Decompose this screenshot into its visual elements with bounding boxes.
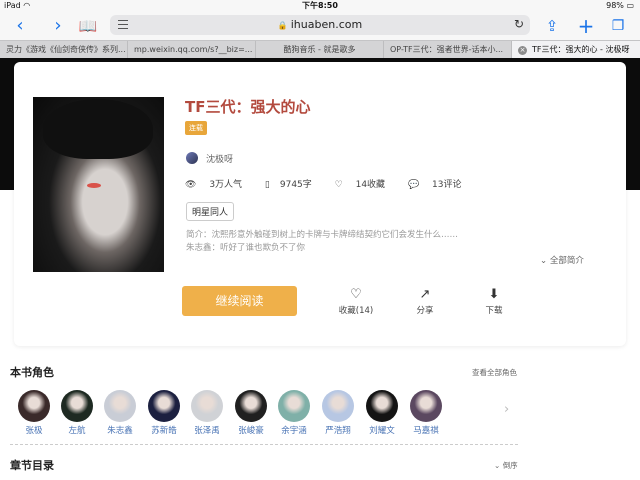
- address-bar[interactable]: 🔒 ihuaben.com ↻: [110, 15, 530, 35]
- character-item[interactable]: 马嘉祺: [406, 390, 446, 436]
- book-stats: 👁 3万人气 ▯ 9745字 ♡ 14收藏 💬 13评论: [185, 177, 481, 190]
- characters-section-title: 本书角色: [10, 366, 54, 379]
- chapters-section-title: 章节目录: [10, 459, 54, 472]
- divider: [10, 444, 518, 445]
- character-item[interactable]: 张极: [14, 390, 54, 436]
- comment-icon: 💬: [407, 180, 420, 190]
- avatar: [322, 390, 354, 422]
- character-item[interactable]: 朱志鑫: [100, 390, 140, 436]
- document-icon: ▯: [264, 180, 270, 190]
- avatar: [366, 390, 398, 422]
- avatar: [148, 390, 180, 422]
- avatar: [18, 390, 50, 422]
- character-item[interactable]: 张泽禹: [187, 390, 227, 436]
- download-button[interactable]: ⬇ 下载: [464, 286, 524, 316]
- chevron-right-icon[interactable]: ›: [504, 402, 509, 417]
- chevron-down-icon: ⌄: [540, 256, 548, 266]
- share-icon: ↗: [419, 287, 431, 302]
- avatar: [104, 390, 136, 422]
- genre-tag[interactable]: 明星同人: [186, 202, 235, 221]
- lock-icon: 🔒: [277, 21, 288, 30]
- tab-bar: 灵力《游戏《仙剑奇侠传》系列... mp.weixin.qq.com/s?__b…: [0, 40, 640, 58]
- book-cover[interactable]: [33, 97, 164, 272]
- avatar: [410, 390, 442, 422]
- forward-icon[interactable]: ›: [46, 14, 70, 38]
- back-icon[interactable]: ‹: [8, 14, 32, 38]
- new-tab-icon[interactable]: +: [574, 14, 598, 38]
- character-item[interactable]: 余宇涵: [274, 390, 314, 436]
- full-summary-toggle[interactable]: ⌄ 全部简介: [540, 254, 584, 266]
- continue-reading-button[interactable]: 继续阅读: [182, 286, 297, 316]
- word-count-stat: ▯ 9745字: [264, 180, 312, 190]
- close-tab-icon[interactable]: ×: [518, 46, 527, 55]
- avatar: [278, 390, 310, 422]
- comments-stat[interactable]: 💬 13评论: [408, 180, 472, 190]
- battery-icon: ▭: [626, 1, 634, 10]
- clock: 下午8:50: [302, 1, 338, 10]
- heart-icon: ♡: [334, 180, 343, 190]
- favorite-button[interactable]: ♡ 收藏(14): [326, 286, 386, 316]
- character-item[interactable]: 刘耀文: [362, 390, 402, 436]
- character-item[interactable]: 苏新皓: [144, 390, 184, 436]
- character-item[interactable]: 严浩翔: [318, 390, 358, 436]
- browser-toolbar: ‹ › 📖 🔒 ihuaben.com ↻ ⇪ + ❐: [0, 12, 640, 40]
- chevron-down-icon: ⌄: [494, 461, 501, 470]
- avatar: [191, 390, 223, 422]
- avatar: [61, 390, 93, 422]
- sort-toggle[interactable]: ⌄ 倒序: [494, 460, 518, 471]
- eye-icon: 👁: [185, 180, 197, 190]
- book-summary: 简介：沈熙彤意外触碰到树上的卡牌与卡牌缔结契约它们会发生什么…… 朱志鑫：听好了…: [186, 230, 459, 253]
- status-bar: iPad ◠ 下午8:50 98% ▭: [0, 0, 640, 12]
- heart-icon: ♡: [350, 287, 362, 302]
- status-badge: 连载: [185, 121, 207, 135]
- book-title: TF三代：强大的心: [185, 98, 311, 116]
- bookmarks-icon[interactable]: 📖: [76, 14, 100, 38]
- url-text: ihuaben.com: [290, 18, 363, 31]
- reload-icon[interactable]: ↻: [514, 17, 524, 31]
- favorites-stat: ♡ 14收藏: [334, 180, 386, 190]
- view-all-characters-link[interactable]: 查看全部角色: [472, 367, 517, 378]
- author-name[interactable]: 沈极呀: [206, 152, 233, 165]
- tab-2[interactable]: mp.weixin.qq.com/s?__biz=...: [128, 41, 256, 58]
- book-info-card: TF三代：强大的心 连载 沈极呀 👁 3万人气 ▯ 9745字 ♡ 14收藏 💬 …: [14, 62, 626, 346]
- share-button[interactable]: ↗ 分享: [395, 286, 455, 316]
- tabs-icon[interactable]: ❐: [606, 14, 630, 38]
- tab-5[interactable]: × TF三代：强大的心 - 沈极呀: [512, 41, 640, 58]
- character-item[interactable]: 左航: [57, 390, 97, 436]
- character-list: 张极 左航 朱志鑫 苏新皓 张泽禹 张峻豪 余宇涵 严浩翔 刘耀文 马嘉祺: [14, 390, 534, 436]
- avatar: [235, 390, 267, 422]
- author-avatar[interactable]: [186, 152, 198, 164]
- character-item[interactable]: 张峻豪: [231, 390, 271, 436]
- battery-indicator: 98% ▭: [606, 1, 634, 10]
- tab-3[interactable]: 酷狗音乐 - 就是歌多: [256, 41, 384, 58]
- download-icon: ⬇: [488, 287, 500, 302]
- tab-4[interactable]: OP-TF三代：强者世界-话本小...: [384, 41, 512, 58]
- popularity-stat: 👁 3万人气: [185, 180, 243, 190]
- share-icon[interactable]: ⇪: [540, 14, 564, 38]
- tab-1[interactable]: 灵力《游戏《仙剑奇侠传》系列...: [0, 41, 128, 58]
